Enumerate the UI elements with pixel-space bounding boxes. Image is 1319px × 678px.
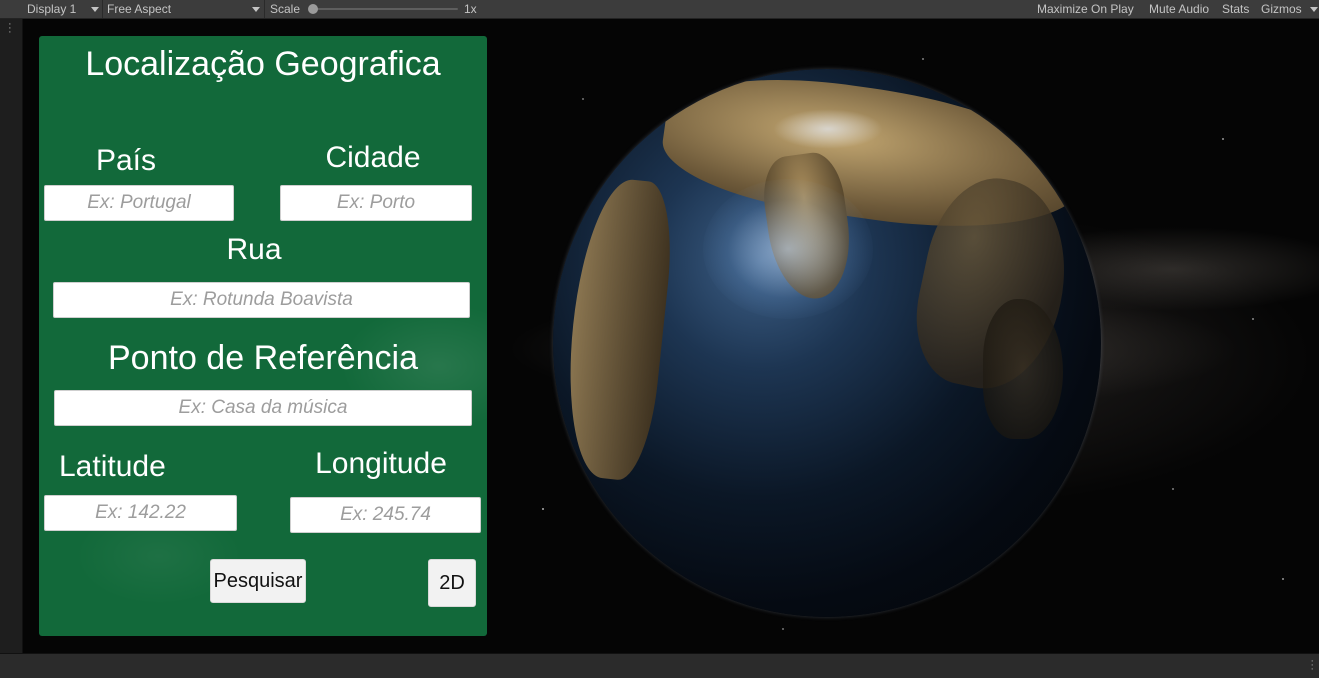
landmark-field[interactable] xyxy=(54,390,472,426)
continent-africa xyxy=(557,175,679,483)
search-button[interactable]: Pesquisar xyxy=(210,559,306,603)
maximize-on-play-toggle[interactable]: Maximize On Play xyxy=(1034,0,1137,18)
city-field[interactable] xyxy=(280,185,472,221)
toggle-2d-button[interactable]: 2D xyxy=(428,559,476,607)
mute-audio-toggle[interactable]: Mute Audio xyxy=(1146,0,1212,18)
city-label: Cidade xyxy=(325,141,421,174)
gizmos-toggle[interactable]: Gizmos xyxy=(1258,0,1305,18)
scale-value: 1x xyxy=(464,2,477,16)
scale-label: Scale xyxy=(270,2,301,16)
chevron-down-icon xyxy=(91,7,99,12)
game-view-toolbar: Display 1 Free Aspect Scale 1x Maximize … xyxy=(0,0,1319,19)
bottom-status-bar: · · · xyxy=(0,653,1319,678)
stats-toggle[interactable]: Stats xyxy=(1219,0,1252,18)
latitude-label: Latitude xyxy=(59,450,166,483)
more-options-icon[interactable]: · · · xyxy=(8,19,12,38)
landmark-label: Ponto de Referência xyxy=(108,339,418,377)
scale-slider-track[interactable] xyxy=(312,8,458,10)
street-field[interactable] xyxy=(53,282,470,318)
display-dropdown[interactable]: Display 1 xyxy=(23,0,101,18)
gizmos-chevron-down-icon[interactable] xyxy=(1310,7,1318,12)
left-gutter: · · · xyxy=(0,19,23,653)
earth-globe xyxy=(553,69,1101,617)
aspect-label: Free Aspect xyxy=(107,2,172,16)
toolbar-divider xyxy=(264,0,265,18)
panel-title: Localização Geografica xyxy=(85,45,441,83)
longitude-field[interactable] xyxy=(290,497,481,533)
specular-highlight xyxy=(703,179,873,319)
scale-slider-handle[interactable] xyxy=(308,4,318,14)
country-field[interactable] xyxy=(44,185,234,221)
continent-australia xyxy=(983,299,1063,439)
more-options-icon[interactable]: · · · xyxy=(1310,656,1314,675)
country-label: País xyxy=(95,144,157,177)
display-label: Display 1 xyxy=(27,2,77,16)
aspect-dropdown[interactable]: Free Aspect xyxy=(103,0,263,18)
geolocation-panel: Localização Geografica País Cidade Rua P… xyxy=(39,36,487,636)
chevron-down-icon xyxy=(252,7,260,12)
street-label: Rua xyxy=(226,233,282,266)
latitude-field[interactable] xyxy=(44,495,237,531)
polar-ice xyxy=(773,109,883,149)
longitude-label: Longitude xyxy=(315,447,447,480)
